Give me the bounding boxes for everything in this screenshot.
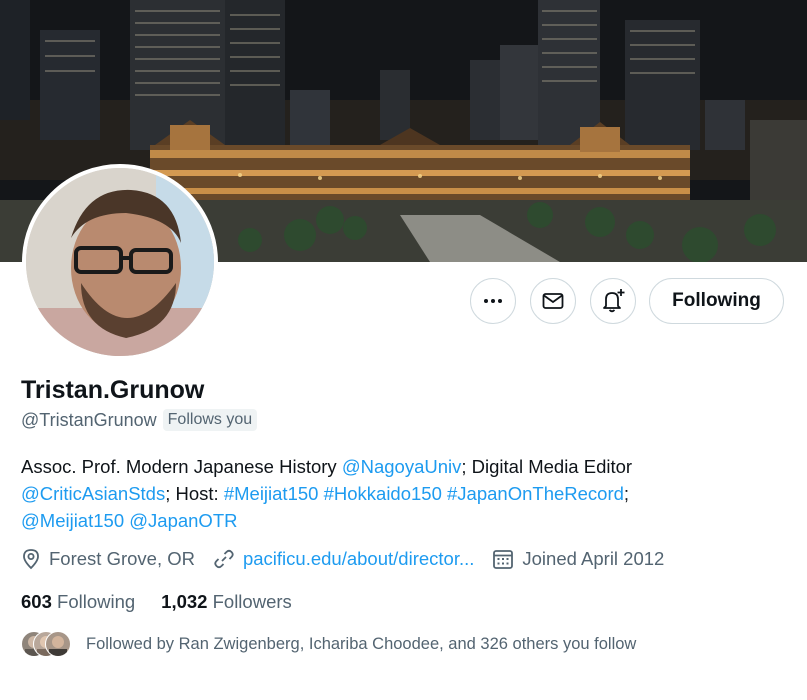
joined-item: Joined April 2012 bbox=[492, 548, 664, 570]
following-count-link[interactable]: 603 Following bbox=[21, 591, 135, 613]
mail-icon bbox=[542, 293, 564, 309]
handle-row: @TristanGrunow Follows you bbox=[21, 409, 258, 431]
followers-count: 1,032 bbox=[161, 591, 208, 612]
joined-text: Joined April 2012 bbox=[522, 548, 665, 569]
bio-text: Assoc. Prof. Modern Japanese History bbox=[21, 456, 342, 477]
website-link[interactable]: pacificu.edu/about/director... bbox=[243, 548, 474, 570]
following-label: Following bbox=[57, 591, 136, 612]
bio-text: ; bbox=[623, 483, 630, 504]
more-button[interactable] bbox=[470, 278, 516, 324]
followers-label: Followers bbox=[212, 591, 292, 612]
bio-text: ; Host: bbox=[165, 483, 224, 504]
location-pin-icon bbox=[23, 549, 39, 570]
profile-bio: Assoc. Prof. Modern Japanese History @Na… bbox=[21, 453, 761, 534]
location-text: Forest Grove, OR bbox=[49, 548, 195, 569]
profile-avatar[interactable] bbox=[22, 164, 218, 360]
bio-hashtag-hokkaido150[interactable]: #Hokkaido150 bbox=[324, 483, 442, 504]
bell-plus-icon bbox=[603, 289, 625, 313]
bio-hashtag-meijiat150[interactable]: #Meijiat150 bbox=[224, 483, 319, 504]
bio-mention-meijiat150[interactable]: @Meijiat150 bbox=[21, 510, 124, 531]
user-handle: @TristanGrunow bbox=[21, 409, 157, 430]
follow-counts: 603 Following 1,032 Followers bbox=[21, 591, 318, 613]
message-button[interactable] bbox=[530, 278, 576, 324]
bio-mention-criticasianstds[interactable]: @CriticAsianStds bbox=[21, 483, 165, 504]
bio-hashtag-japanontherecord[interactable]: #JapanOnTheRecord bbox=[447, 483, 624, 504]
website-item: pacificu.edu/about/director... bbox=[213, 548, 474, 570]
bio-mention-japanotr[interactable]: @JapanOTR bbox=[129, 510, 237, 531]
avatar bbox=[45, 631, 71, 657]
bio-text: ; Digital Media Editor bbox=[461, 456, 633, 477]
following-count: 603 bbox=[21, 591, 52, 612]
mutual-avatars bbox=[21, 631, 71, 657]
notifications-button[interactable] bbox=[590, 278, 636, 324]
following-button[interactable]: Following bbox=[649, 278, 784, 324]
followed-by-row[interactable]: Followed by Ran Zwigenberg, Ichariba Cho… bbox=[21, 631, 636, 657]
bio-mention-nagoyauniv[interactable]: @NagoyaUniv bbox=[342, 456, 462, 477]
followers-count-link[interactable]: 1,032 Followers bbox=[161, 591, 292, 613]
display-name: Tristan.Grunow bbox=[21, 376, 205, 404]
more-horizontal-icon bbox=[484, 299, 502, 303]
location-item: Forest Grove, OR bbox=[21, 548, 195, 570]
profile-meta: Forest Grove, OR pacificu.edu/about/dire… bbox=[21, 548, 682, 570]
link-icon bbox=[214, 549, 234, 569]
followed-by-text[interactable]: Followed by Ran Zwigenberg, Ichariba Cho… bbox=[86, 635, 636, 654]
calendar-icon bbox=[493, 550, 514, 569]
follows-you-badge: Follows you bbox=[162, 409, 258, 431]
avatar-photo bbox=[26, 168, 214, 356]
